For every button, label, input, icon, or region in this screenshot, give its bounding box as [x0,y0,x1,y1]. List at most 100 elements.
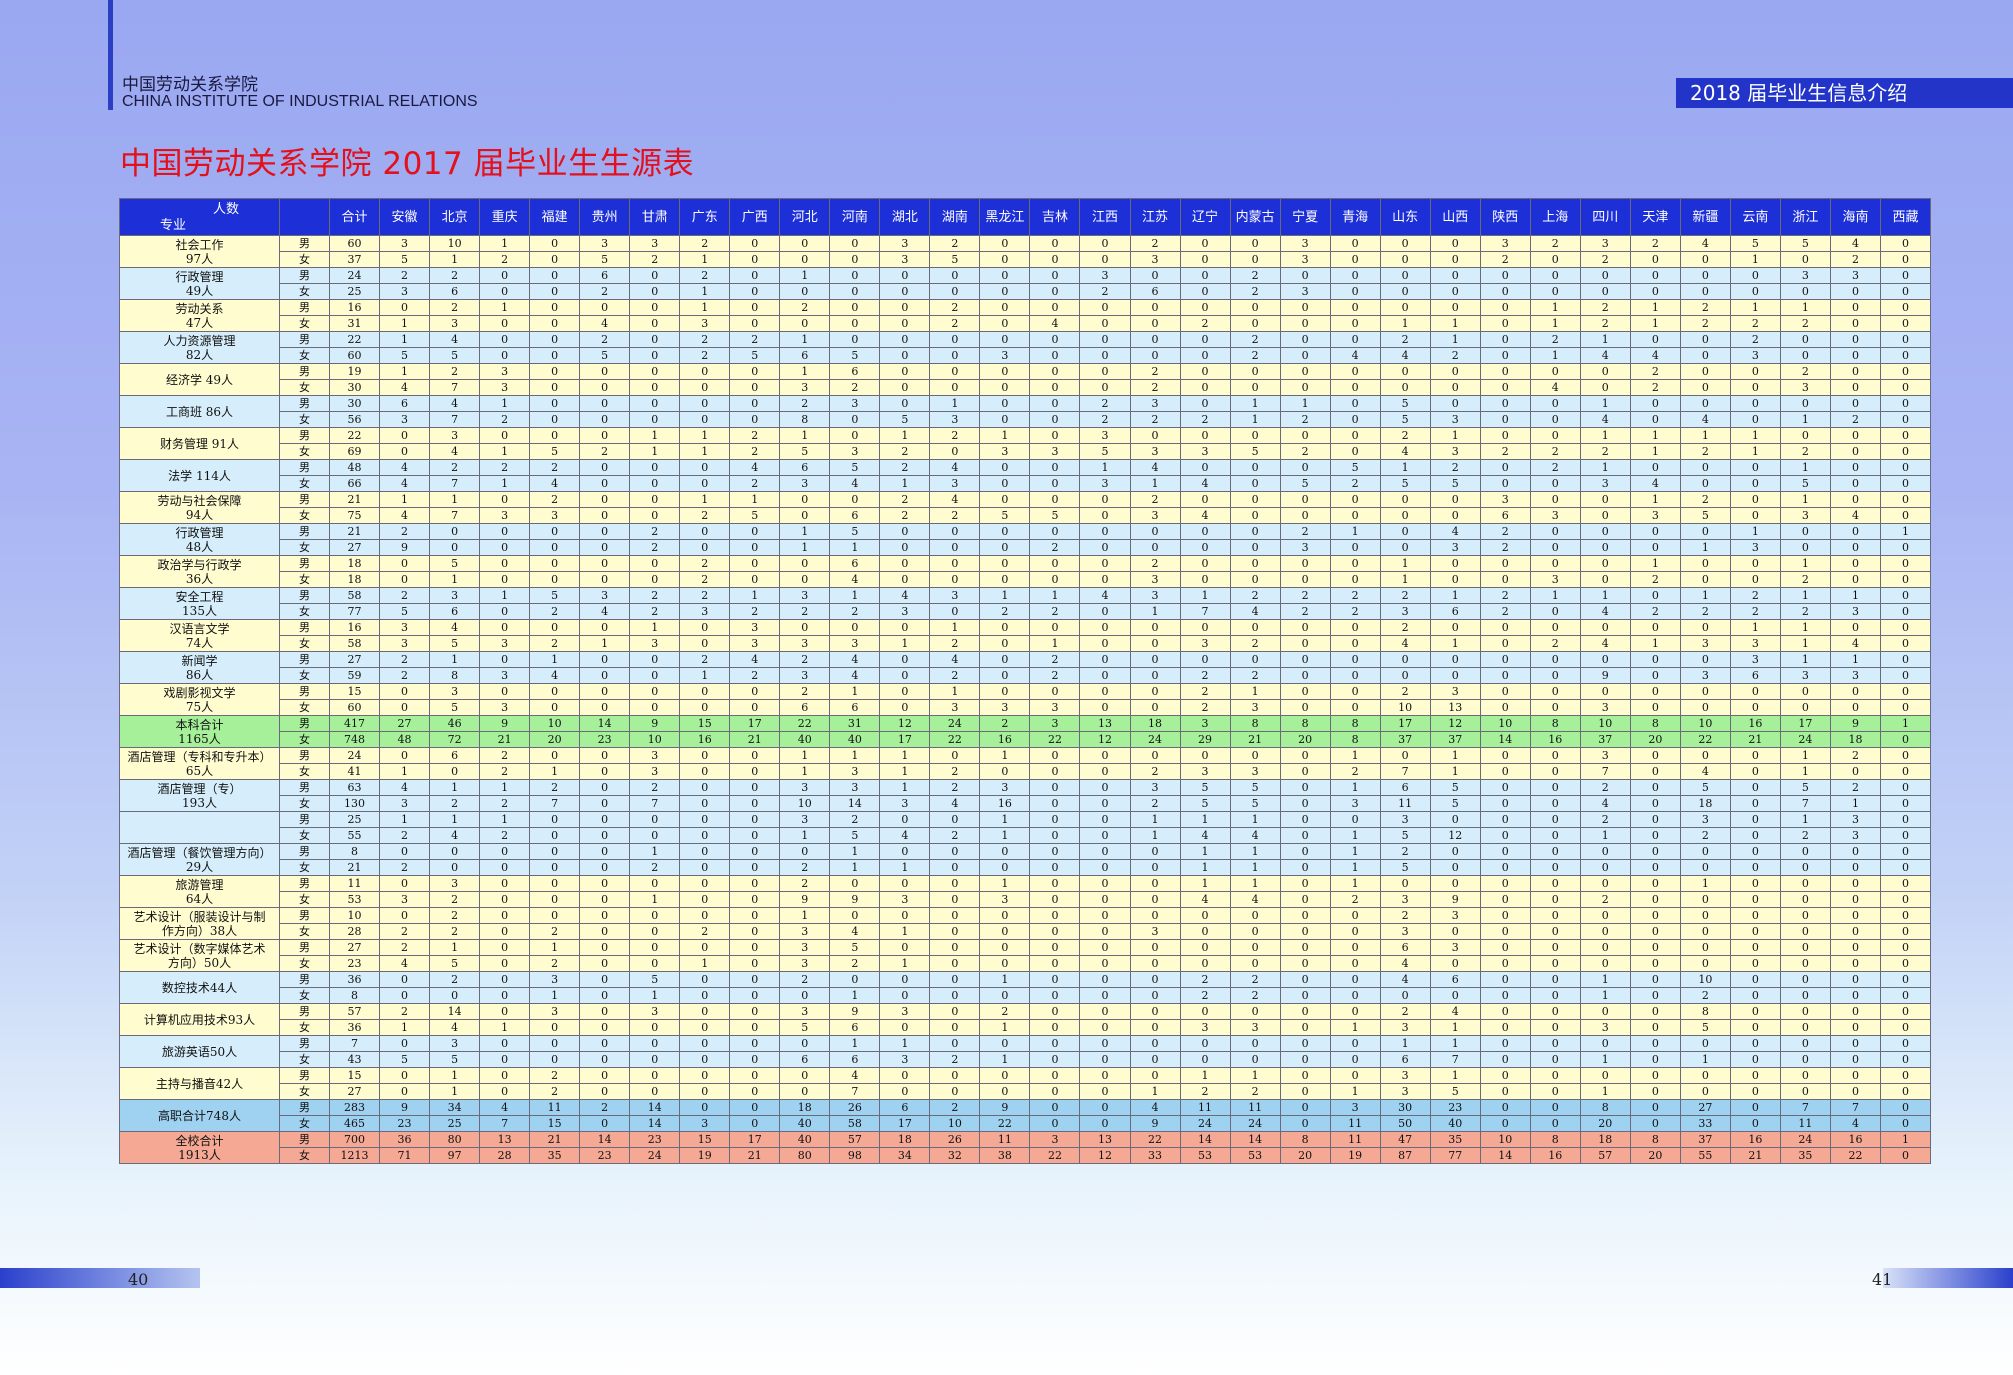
count-cell: 0 [679,699,731,716]
table-row: 女 27 0 1 0 2 0 0 0 0 0 7 0 0 0 0 0 1 2 2 0 1 3 5 0 0 1 0 0 0 0 0 0 [120,1083,1932,1100]
count-cell: 19 [1329,1147,1381,1164]
count-cell: 2 [929,507,981,524]
count-cell: 1 [479,443,531,460]
count-cell: 1 [1379,571,1431,588]
count-cell: 4 [379,475,431,492]
count-cell: 0 [679,395,731,412]
count-cell: 23 [379,1115,431,1132]
count-cell: 0 [579,1051,631,1068]
count-cell: 0 [1629,827,1681,844]
count-cell: 0 [729,523,781,540]
count-cell: 3 [629,763,681,780]
count-cell: 23 [328,955,381,972]
count-cell: 0 [1179,235,1231,252]
count-cell: 0 [1329,491,1381,508]
count-cell: 4 [729,459,781,476]
count-cell: 25 [429,1115,481,1132]
count-cell: 0 [1029,955,1081,972]
header-banner: 2018 届毕业生信息介绍 [1676,78,2013,108]
count-cell: 2 [829,955,881,972]
count-cell: 0 [1529,1051,1581,1068]
count-cell: 1 [779,827,831,844]
count-cell: 0 [1829,491,1881,508]
count-cell: 0 [1479,1019,1531,1036]
count-cell: 0 [1079,331,1131,348]
count-cell: 0 [1179,1003,1231,1020]
count-cell: 0 [1079,523,1131,540]
count-cell: 4 [1429,1003,1481,1020]
count-cell: 0 [1429,859,1481,876]
count-cell: 0 [1279,619,1331,636]
count-cell: 3 [779,635,831,652]
count-cell: 0 [529,363,581,380]
count-cell: 0 [1329,939,1381,956]
table-row: 酒店管理（餐饮管理方向） 29人男 8 0 0 0 0 0 1 0 0 0 1 0 0 0 0 0 0 1 1 0 1 2 0 0… [119,843,1932,876]
count-cell: 0 [1779,875,1831,892]
count-cell: 15 [679,1131,731,1148]
count-cell: 0 [1229,459,1281,476]
count-cell: 2 [879,491,931,508]
count-cell: 0 [1729,923,1781,940]
count-cell: 0 [1079,923,1131,940]
count-cell: 3 [379,891,431,908]
count-cell: 0 [1179,1051,1231,1068]
count-cell: 0 [1329,955,1381,972]
count-cell: 0 [1179,427,1231,444]
count-cell: 12 [1429,715,1481,732]
count-cell: 7 [429,379,481,396]
count-cell: 11 [328,875,381,892]
count-cell: 2 [1379,331,1431,348]
count-cell: 17 [729,1131,781,1148]
count-cell: 0 [1429,923,1481,940]
count-cell: 0 [1079,1019,1131,1036]
gender-cell: 女 [279,891,330,908]
count-cell: 1 [1429,635,1481,652]
count-cell: 0 [1679,331,1731,348]
count-cell: 5 [1379,475,1431,492]
count-cell: 0 [1829,1003,1881,1020]
count-cell: 0 [1779,843,1831,860]
count-cell: 1 [1379,555,1431,572]
count-cell: 2 [529,635,581,652]
count-cell: 0 [1829,347,1881,364]
count-cell: 0 [1079,619,1131,636]
table-row: 酒店管理（专科和专升本） 65人男 24 0 6 2 0 0 3 0 0 1 1 1 0 1 0 0 0 0 0 0 1 0 1… [119,747,1932,780]
count-cell: 0 [479,891,531,908]
count-cell: 0 [1029,491,1081,508]
count-cell: 0 [629,363,681,380]
gender-cell: 男 [279,683,330,700]
count-cell: 1 [879,779,931,796]
count-cell: 0 [1879,443,1932,460]
count-cell: 2 [1829,251,1881,268]
count-cell: 7 [429,475,481,492]
count-cell: 1 [1679,587,1731,604]
count-cell: 1 [379,363,431,380]
count-cell: 14 [579,715,631,732]
count-cell: 0 [579,1019,631,1036]
count-cell: 5 [929,251,981,268]
count-cell: 0 [1329,683,1381,700]
count-cell: 0 [1129,875,1181,892]
count-cell: 2 [1229,331,1281,348]
count-cell: 0 [829,619,881,636]
count-cell: 2 [379,587,431,604]
count-cell: 2 [979,1003,1031,1020]
count-cell: 5 [1679,507,1731,524]
count-cell: 1 [979,1051,1031,1068]
count-cell: 1 [929,395,981,412]
count-cell: 0 [979,299,1031,316]
count-cell: 0 [1129,939,1181,956]
count-cell: 0 [1629,891,1681,908]
count-cell: 1 [1129,1083,1181,1100]
count-cell: 1 [1629,635,1681,652]
count-cell: 0 [1629,1083,1681,1100]
count-cell: 1 [1579,331,1631,348]
count-cell: 0 [579,923,631,940]
count-cell: 33 [1679,1115,1731,1132]
count-cell: 3 [1429,907,1481,924]
count-cell: 0 [379,571,431,588]
count-cell: 2 [1529,331,1581,348]
count-cell: 0 [1279,1083,1331,1100]
count-cell: 0 [579,907,631,924]
count-cell: 7 [1179,603,1231,620]
